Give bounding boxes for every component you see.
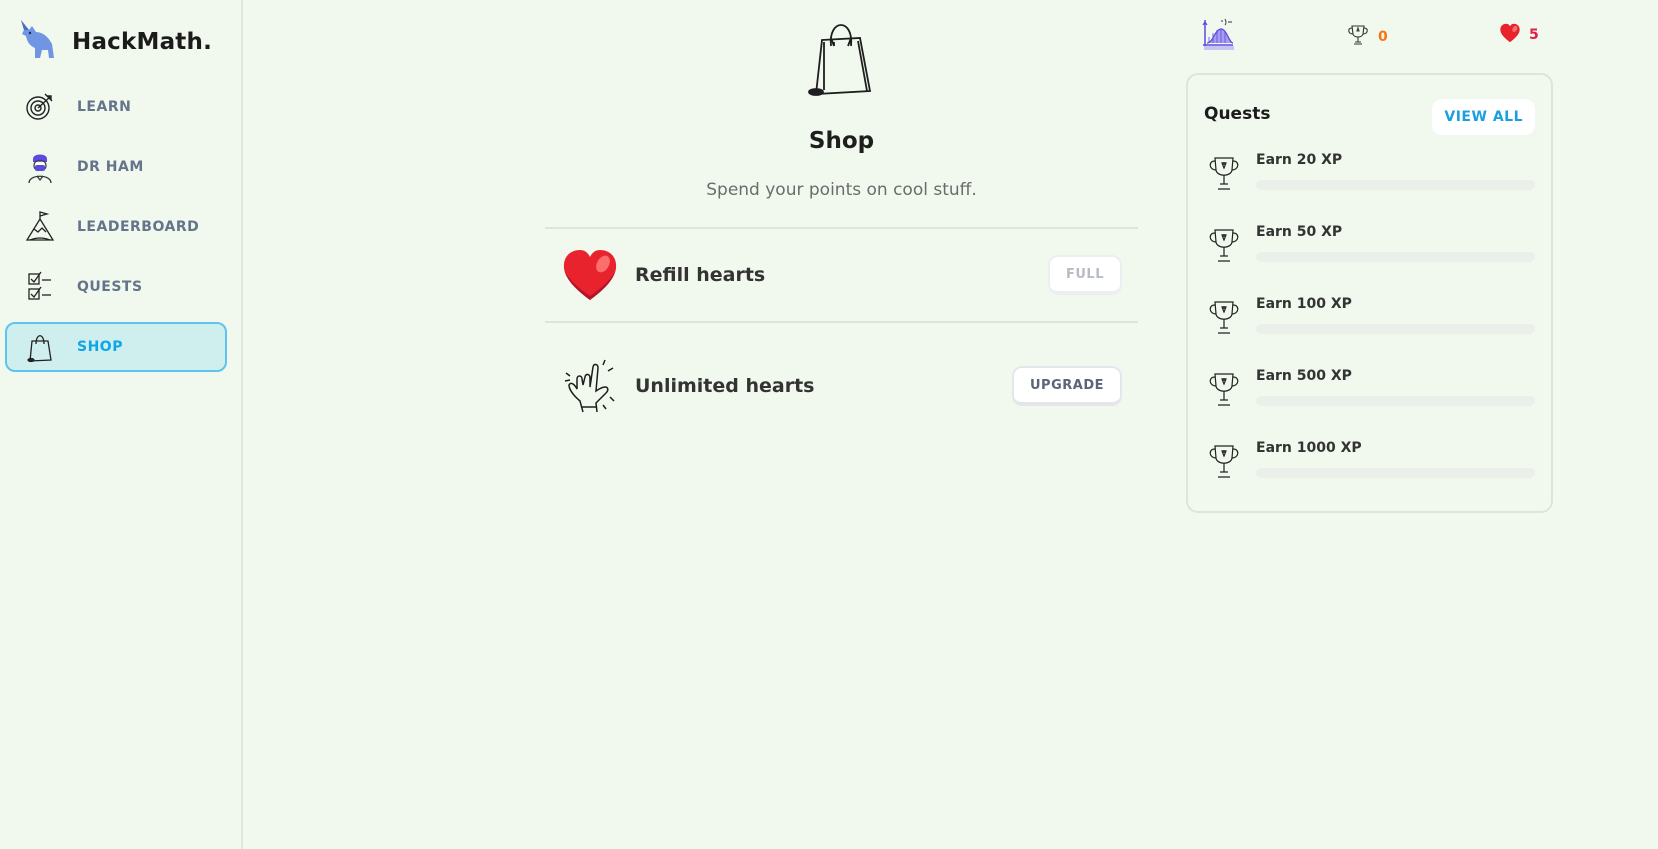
heart-icon bbox=[1499, 23, 1521, 47]
quest-label: Earn 1000 XP bbox=[1256, 440, 1362, 456]
sidebar-item-label: LEADERBOARD bbox=[77, 219, 200, 235]
checklist-icon bbox=[25, 271, 55, 302]
sidebar-item-label: SHOP bbox=[77, 339, 123, 355]
quest-item: Earn 1000 XP bbox=[1204, 438, 1535, 510]
shop-item-unlimited-hearts: Unlimited hearts UPGRADE bbox=[545, 323, 1138, 449]
sidebar-item-label: QUESTS bbox=[77, 279, 143, 295]
trophy-icon bbox=[1204, 150, 1244, 222]
course-selector[interactable] bbox=[1201, 17, 1235, 55]
sidebar-item-quests[interactable]: QUESTS bbox=[5, 262, 227, 312]
header-stats: 0 5 bbox=[1200, 17, 1540, 53]
hearts-stat[interactable]: 5 bbox=[1499, 23, 1539, 47]
quest-body: Earn 100 XP bbox=[1256, 294, 1535, 366]
wolf-logo-icon bbox=[18, 18, 64, 66]
quest-label: Earn 500 XP bbox=[1256, 368, 1352, 384]
brand-name: HackMath. bbox=[72, 29, 213, 55]
shop-header: Shop Spend your points on cool stuff. bbox=[545, 0, 1138, 200]
trophy-icon bbox=[1204, 438, 1244, 510]
quest-progress-bar bbox=[1256, 180, 1535, 190]
refill-hearts-button[interactable]: FULL bbox=[1047, 255, 1122, 295]
quest-body: Earn 1000 XP bbox=[1256, 438, 1535, 510]
brand-logo-link[interactable]: HackMath. bbox=[18, 18, 212, 66]
quest-progress-bar bbox=[1256, 468, 1535, 478]
quest-label: Earn 100 XP bbox=[1256, 296, 1352, 312]
target-icon bbox=[25, 92, 55, 122]
quest-progress-bar bbox=[1256, 252, 1535, 262]
trophy-icon bbox=[1204, 294, 1244, 366]
sidebar-item-shop[interactable]: SHOP bbox=[5, 322, 227, 372]
quest-body: Earn 20 XP bbox=[1256, 150, 1535, 222]
quest-body: Earn 50 XP bbox=[1256, 222, 1535, 294]
points-stat[interactable]: 0 bbox=[1346, 23, 1388, 51]
trophy-icon bbox=[1204, 222, 1244, 294]
quest-item: Earn 20 XP bbox=[1204, 150, 1535, 222]
sidebar-item-dr-ham[interactable]: DR HAM bbox=[5, 142, 227, 192]
shop-item-refill-hearts: Refill hearts FULL bbox=[545, 229, 1138, 321]
upgrade-button[interactable]: UPGRADE bbox=[1012, 366, 1122, 406]
shopping-bag-icon bbox=[804, 16, 880, 100]
page-title: Shop bbox=[808, 128, 875, 154]
quest-progress-bar bbox=[1256, 396, 1535, 406]
shop-main: Shop Spend your points on cool stuff. Re… bbox=[545, 0, 1138, 449]
quest-progress-bar bbox=[1256, 324, 1535, 334]
sidebar-item-learn[interactable]: LEARN bbox=[5, 82, 227, 132]
trophy-icon bbox=[1346, 23, 1370, 51]
quest-item: Earn 50 XP bbox=[1204, 222, 1535, 294]
quest-item: Earn 100 XP bbox=[1204, 294, 1535, 366]
quest-body: Earn 500 XP bbox=[1256, 366, 1535, 438]
sidebar-item-leaderboard[interactable]: LEADERBOARD bbox=[5, 202, 227, 252]
doctor-avatar-icon bbox=[25, 152, 55, 184]
hearts-count: 5 bbox=[1529, 27, 1539, 43]
quests-card: Quests VIEW ALL Earn 20 XP Earn 50 XP Earn… bbox=[1186, 73, 1553, 513]
points-count: 0 bbox=[1378, 29, 1388, 45]
quest-list: Earn 20 XP Earn 50 XP Earn 100 XP Earn 500 … bbox=[1204, 150, 1535, 510]
quest-label: Earn 50 XP bbox=[1256, 224, 1343, 240]
view-all-button[interactable]: VIEW ALL bbox=[1432, 99, 1535, 135]
trophy-icon bbox=[1204, 366, 1244, 438]
quests-title: Quests bbox=[1204, 104, 1271, 124]
shopping-bag-icon bbox=[25, 332, 55, 363]
function-graph-icon bbox=[1201, 17, 1235, 55]
quest-item: Earn 500 XP bbox=[1204, 366, 1535, 438]
shop-item-name: Unlimited hearts bbox=[635, 375, 815, 397]
sidebar-item-label: DR HAM bbox=[77, 159, 144, 175]
sidebar-nav: LEARN DR HAM LEADERBOARD QUESTS SHOP bbox=[5, 82, 227, 382]
quest-label: Earn 20 XP bbox=[1256, 152, 1343, 168]
heart-icon bbox=[561, 246, 619, 304]
sidebar-item-label: LEARN bbox=[77, 99, 132, 115]
mountain-flag-icon bbox=[25, 211, 55, 242]
rock-hand-icon bbox=[561, 357, 619, 415]
page-subtitle: Spend your points on cool stuff. bbox=[706, 180, 977, 200]
shop-item-name: Refill hearts bbox=[635, 264, 766, 286]
sidebar: HackMath. LEARN DR HAM LEADERBOARD QUEST… bbox=[0, 0, 243, 849]
